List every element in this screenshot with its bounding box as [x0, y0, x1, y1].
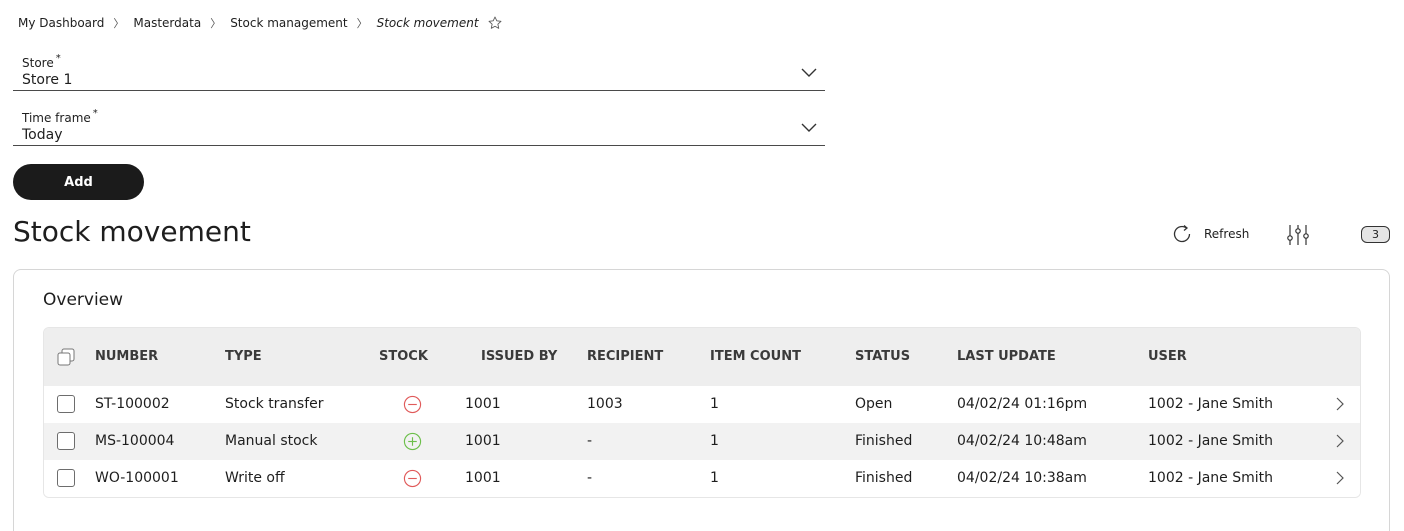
chevron-down-icon[interactable] — [801, 121, 817, 133]
cell-last-update: 04/02/24 10:38am — [957, 470, 1087, 486]
cell-user: 1002 - Jane Smith — [1148, 470, 1274, 486]
chevron-right-icon[interactable] — [1335, 397, 1345, 411]
cell-last-update: 04/02/24 10:48am — [957, 433, 1087, 449]
add-button[interactable]: Add — [13, 164, 144, 200]
filter-count-badge: 3 — [1361, 226, 1390, 243]
breadcrumb: My Dashboard 〉 Masterdata 〉 Stock manage… — [18, 15, 503, 31]
breadcrumb-stock-management[interactable]: Stock management — [230, 16, 347, 30]
column-header-issued-by[interactable]: ISSUED BY — [481, 328, 557, 386]
copy-icon[interactable] — [57, 348, 75, 366]
overview-title: Overview — [43, 290, 124, 310]
page-title: Stock movement — [13, 215, 251, 248]
breadcrumb-separator: 〉 — [113, 17, 125, 30]
stock-movement-table: NUMBER TYPE STOCK ISSUED BY RECIPIENT IT… — [43, 327, 1361, 498]
table-header: NUMBER TYPE STOCK ISSUED BY RECIPIENT IT… — [44, 328, 1360, 386]
table-row[interactable]: MS-100004 Manual stock 1001 - 1 Finished… — [44, 423, 1360, 460]
plus-circle-icon — [403, 432, 422, 451]
sliders-icon[interactable] — [1286, 223, 1310, 247]
breadcrumb-separator: 〉 — [356, 17, 368, 30]
column-header-type[interactable]: TYPE — [225, 328, 262, 386]
timeframe-label: Time frame * — [22, 108, 98, 125]
cell-type: Manual stock — [225, 433, 318, 449]
minus-circle-icon — [403, 469, 422, 488]
timeframe-select[interactable]: Time frame * Today — [13, 108, 825, 146]
cell-type: Stock transfer — [225, 396, 324, 412]
column-header-recipient[interactable]: RECIPIENT — [587, 328, 663, 386]
column-header-last-update[interactable]: LAST UPDATE — [957, 328, 1056, 386]
chevron-right-icon[interactable] — [1335, 471, 1345, 485]
store-label: Store * — [22, 53, 61, 70]
column-header-number[interactable]: NUMBER — [95, 328, 158, 386]
cell-user: 1002 - Jane Smith — [1148, 433, 1274, 449]
cell-user: 1002 - Jane Smith — [1148, 396, 1274, 412]
row-checkbox[interactable] — [57, 469, 75, 487]
cell-number: WO-100001 — [95, 470, 179, 486]
cell-status: Finished — [855, 470, 913, 486]
breadcrumb-masterdata[interactable]: Masterdata — [133, 16, 201, 30]
column-header-item-count[interactable]: ITEM COUNT — [710, 328, 801, 386]
store-select[interactable]: Store * Store 1 — [13, 53, 825, 91]
chevron-right-icon[interactable] — [1335, 434, 1345, 448]
timeframe-value: Today — [22, 127, 63, 143]
cell-item-count: 1 — [710, 396, 719, 412]
cell-item-count: 1 — [710, 433, 719, 449]
cell-item-count: 1 — [710, 470, 719, 486]
row-checkbox[interactable] — [57, 432, 75, 450]
cell-recipient: - — [587, 433, 593, 449]
refresh-button[interactable]: Refresh — [1170, 222, 1249, 246]
minus-circle-icon — [403, 395, 422, 414]
breadcrumb-my-dashboard[interactable]: My Dashboard — [18, 16, 104, 30]
cell-issued-by: 1001 — [465, 396, 501, 412]
cell-recipient: 1003 — [587, 396, 623, 412]
cell-status: Open — [855, 396, 893, 412]
cell-status: Finished — [855, 433, 913, 449]
cell-last-update: 04/02/24 01:16pm — [957, 396, 1088, 412]
chevron-down-icon[interactable] — [801, 66, 817, 78]
refresh-icon — [1173, 225, 1191, 243]
cell-issued-by: 1001 — [465, 470, 501, 486]
row-checkbox[interactable] — [57, 395, 75, 413]
cell-number: MS-100004 — [95, 433, 175, 449]
breadcrumb-separator: 〉 — [210, 17, 222, 30]
cell-issued-by: 1001 — [465, 433, 501, 449]
store-value: Store 1 — [22, 72, 73, 88]
column-header-user[interactable]: USER — [1148, 328, 1187, 386]
cell-number: ST-100002 — [95, 396, 170, 412]
table-row[interactable]: ST-100002 Stock transfer 1001 1003 1 Ope… — [44, 386, 1360, 423]
cell-type: Write off — [225, 470, 285, 486]
cell-recipient: - — [587, 470, 593, 486]
overview-card: Overview NUMBER TYPE STOCK ISSUED BY REC… — [13, 269, 1390, 531]
table-row[interactable]: WO-100001 Write off 1001 - 1 Finished 04… — [44, 460, 1360, 497]
breadcrumb-current: Stock movement — [376, 16, 479, 30]
star-icon[interactable] — [487, 15, 503, 31]
column-header-stock[interactable]: STOCK — [379, 328, 428, 386]
column-header-status[interactable]: STATUS — [855, 328, 910, 386]
refresh-label: Refresh — [1204, 227, 1250, 241]
